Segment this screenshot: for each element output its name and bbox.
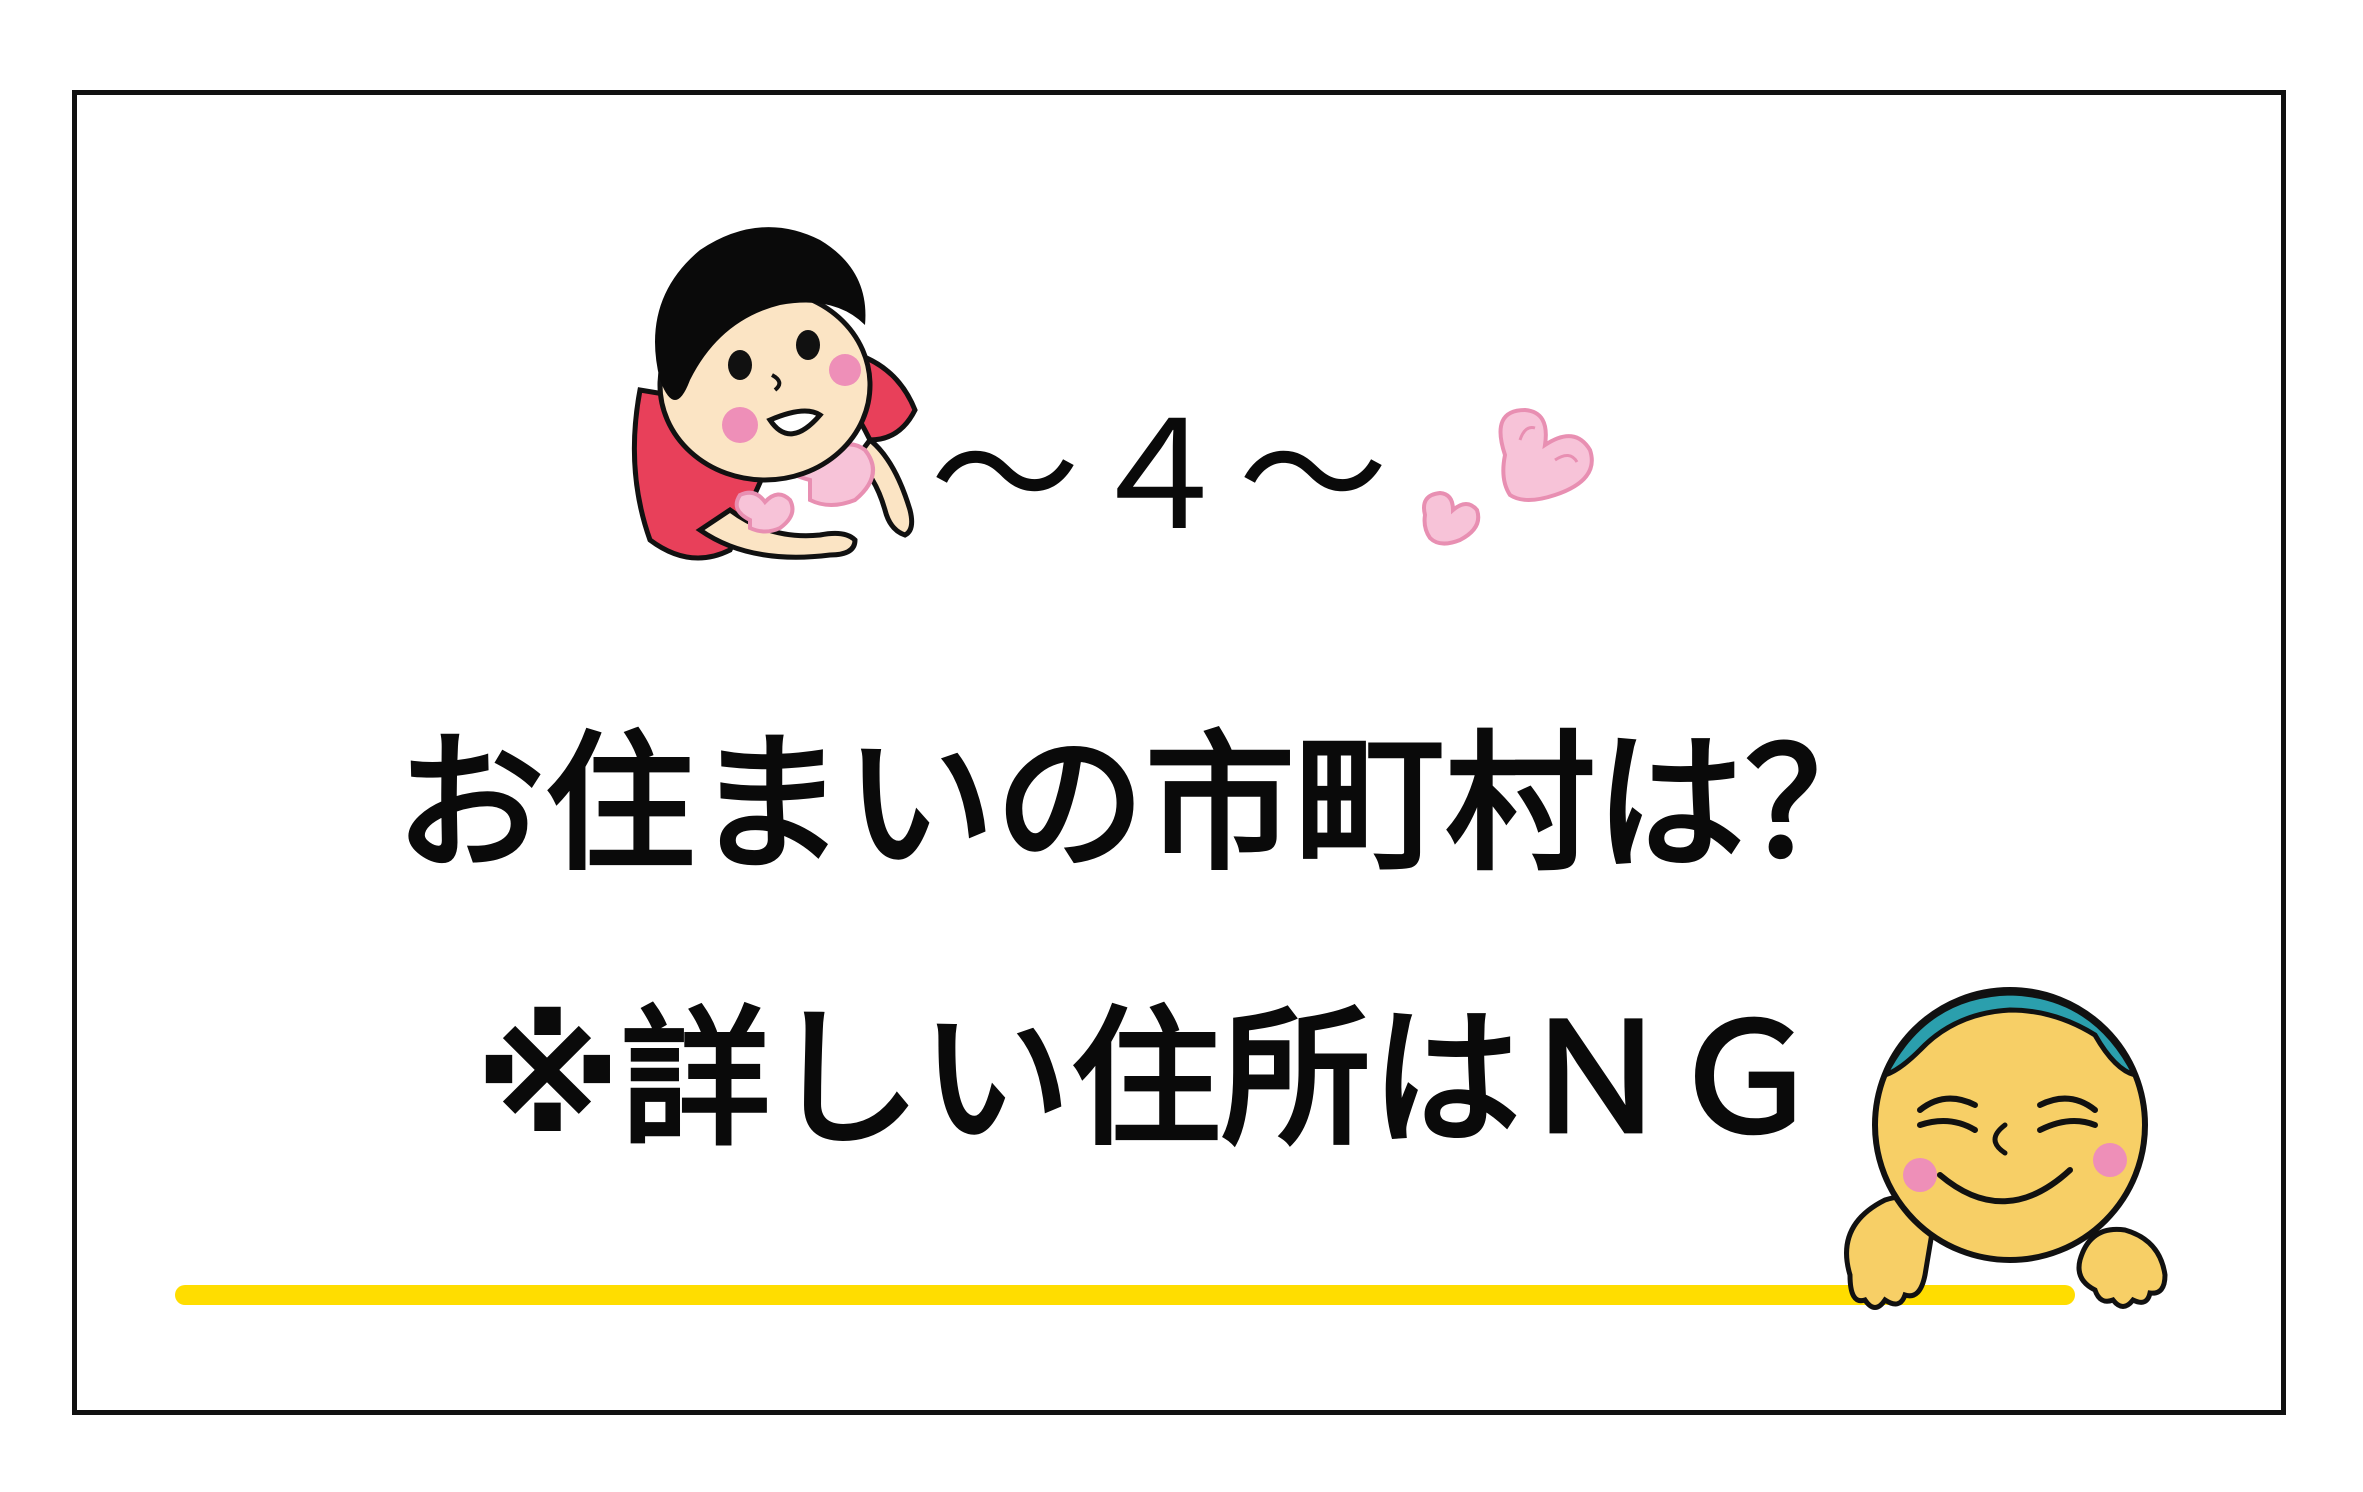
- question-number: ～４～: [930, 390, 1393, 564]
- pink-hearts-icon: [1422, 407, 1594, 546]
- canvas: ～４～ お住まいの市町村は？ ※詳しい住所はＮＧ: [0, 0, 2363, 1492]
- note-text: ※詳しい住所はＮＧ: [475, 993, 1821, 1167]
- yellow-underline: [175, 1285, 2075, 1305]
- smiling-boy-peeking-illustration: [1844, 987, 2168, 1310]
- girl-with-heart-illustration: [631, 227, 918, 561]
- question-text: お住まいの市町村は？: [395, 718, 1896, 892]
